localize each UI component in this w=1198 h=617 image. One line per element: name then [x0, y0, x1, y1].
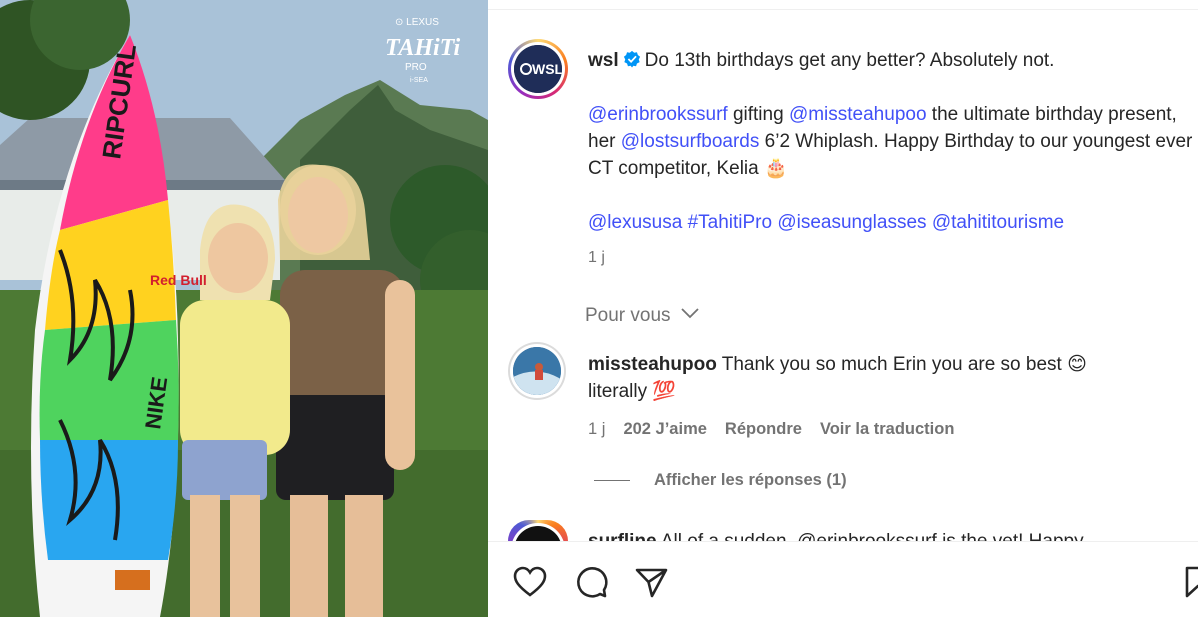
sort-dropdown-label: Pour vous [585, 305, 671, 326]
tag-tahitipro[interactable]: #TahitiPro [688, 212, 773, 233]
tag-tahititourisme[interactable]: @tahititourisme [932, 212, 1064, 233]
tag-lexususa[interactable]: @lexususa [588, 212, 682, 233]
comment-timestamp[interactable]: 1 j [588, 420, 605, 439]
save-button[interactable] [1180, 564, 1198, 600]
post-detail-panel: WSL wsl Do 13th birthdays get any better?… [488, 0, 1198, 617]
next-comment: surfline All of a sudden, @erinbrookssur… [588, 528, 1188, 541]
cake-emoji: 🎂 [764, 158, 788, 179]
comment-actions: 1 j 202 J’aime Répondre Voir la traducti… [588, 420, 954, 439]
comment-body: missteahupoo Thank you so much Erin you … [588, 351, 1148, 405]
bookmark-icon [1185, 566, 1198, 598]
svg-text:WSL: WSL [532, 61, 562, 77]
paper-plane-icon [635, 568, 668, 598]
author-username[interactable]: wsl [588, 50, 619, 71]
photo-logo-brand: ⊙ LEXUS [395, 17, 439, 28]
reply-button[interactable]: Répondre [725, 420, 802, 439]
wsl-avatar: WSL [514, 45, 562, 93]
verified-badge-icon [623, 50, 640, 68]
comment-username[interactable]: missteahupoo [588, 354, 717, 375]
heart-icon [513, 566, 547, 597]
mention-erinbrookssurf[interactable]: @erinbrookssurf [588, 104, 728, 125]
speech-bubble-icon [577, 567, 608, 598]
commenter-avatar [513, 347, 561, 395]
caption-text-1: gifting [727, 104, 789, 125]
like-button[interactable] [512, 564, 548, 600]
replies-divider [594, 480, 630, 481]
next-comment-text: All of a sudden, @erinbrookssurf is the … [661, 531, 1084, 541]
next-comment-username[interactable]: surfline [588, 531, 657, 541]
comment-likes[interactable]: 202 J’aime [623, 420, 706, 439]
tag-iseasunglasses[interactable]: @iseasunglasses [777, 212, 926, 233]
mention-lostsurfboards[interactable]: @lostsurfboards [621, 131, 760, 152]
share-button[interactable] [633, 564, 669, 600]
show-replies-label: Afficher les réponses (1) [654, 471, 847, 489]
commenter-avatar-ring[interactable] [508, 342, 566, 400]
svg-text:Red Bull: Red Bull [150, 272, 207, 288]
comment-button[interactable] [573, 564, 609, 600]
sort-dropdown[interactable]: Pour vous [585, 305, 700, 327]
next-commenter-avatar-ring[interactable] [508, 520, 568, 541]
post-action-bar [488, 541, 1198, 617]
svg-text:TAHiTi: TAHiTi [385, 35, 460, 61]
surfer-photo-icon [513, 347, 561, 395]
wsl-logo-icon: WSL [514, 45, 562, 93]
svg-text:i-SEA: i-SEA [410, 77, 428, 84]
show-replies-button[interactable]: Afficher les réponses (1) [594, 471, 847, 490]
panel-top-divider [488, 0, 1198, 10]
caption-line-1: Do 13th birthdays get any better? Absolu… [644, 50, 1055, 71]
post-image: RIPCURL Red Bull NIKE ⊙ LEXUS TAHiTi PRO… [0, 0, 488, 617]
post-timestamp[interactable]: 1 j [588, 249, 605, 267]
svg-text:PRO: PRO [405, 62, 427, 73]
chevron-down-icon [681, 308, 699, 319]
post-caption: wsl Do 13th birthdays get any better? Abs… [588, 47, 1198, 236]
post-photo-illustration: RIPCURL Red Bull NIKE ⊙ LEXUS TAHiTi PRO… [0, 0, 488, 617]
translate-button[interactable]: Voir la traduction [820, 420, 954, 439]
author-avatar-ring[interactable]: WSL [508, 39, 568, 99]
mention-missteahupoo[interactable]: @missteahupoo [789, 104, 927, 125]
